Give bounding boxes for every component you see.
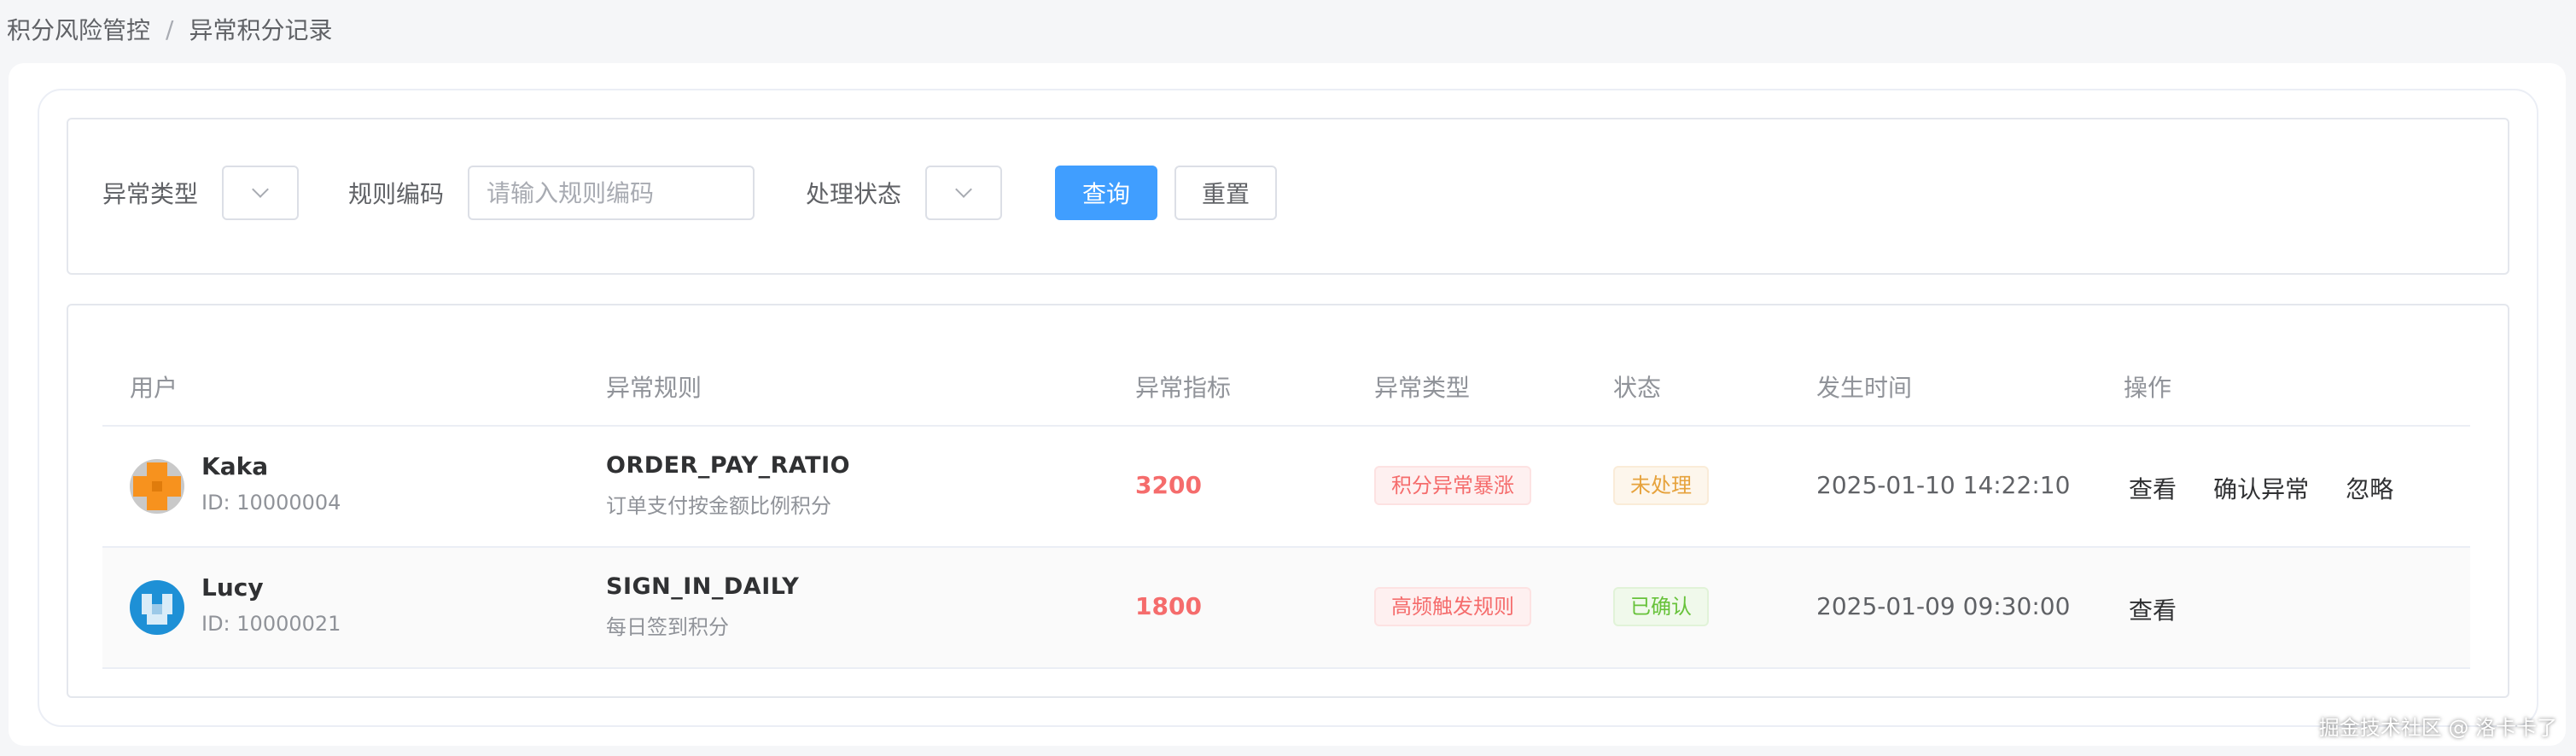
status-select[interactable] [925, 166, 1002, 220]
col-status: 状态 [1613, 374, 1662, 402]
breadcrumb: 积分风险管控 / 异常积分记录 [7, 12, 332, 46]
occurred-time: 2025-01-09 09:30:00 [1816, 592, 2071, 620]
rule-desc: 每日签到积分 [606, 615, 729, 639]
user-id: ID: 10000004 [201, 491, 341, 515]
view-link[interactable]: 查看 [2129, 475, 2177, 503]
breadcrumb-current: 异常积分记录 [189, 16, 333, 44]
query-button[interactable]: 查询 [1055, 166, 1157, 220]
avatar [130, 580, 184, 635]
metric-value: 1800 [1135, 592, 1202, 620]
user-id: ID: 10000021 [201, 612, 341, 636]
rule-code-label: 规则编码 [348, 180, 445, 208]
anomaly-type-label: 异常类型 [102, 180, 199, 208]
status-badge: 已确认 [1613, 587, 1709, 626]
page-card: 异常类型 规则编码 处理状态 查询 重置 用户 异常规则 异常指标 异常类型 [9, 63, 2566, 746]
table-row: Lucy ID: 10000021 SIGN_IN_DAILY 每日签到积分 1… [102, 548, 2470, 669]
ignore-link[interactable]: 忽略 [2346, 475, 2393, 503]
content-card: 异常类型 规则编码 处理状态 查询 重置 用户 异常规则 异常指标 异常类型 [38, 89, 2538, 727]
col-time: 发生时间 [1816, 374, 1913, 402]
table-header: 用户 异常规则 异常指标 异常类型 状态 发生时间 操作 [102, 350, 2470, 427]
rule-code: ORDER_PAY_RATIO [606, 452, 851, 479]
anomaly-table: 用户 异常规则 异常指标 异常类型 状态 发生时间 操作 Kaka ID: 10… [102, 350, 2470, 669]
filter-panel: 异常类型 规则编码 处理状态 查询 重置 [67, 118, 2509, 275]
occurred-time: 2025-01-10 14:22:10 [1816, 471, 2071, 499]
watermark: 掘金技术社区 @ 洛卡卡了 [2318, 716, 2557, 740]
type-tag: 积分异常暴涨 [1374, 466, 1531, 505]
rule-code: SIGN_IN_DAILY [606, 573, 800, 600]
table-panel: 用户 异常规则 异常指标 异常类型 状态 发生时间 操作 Kaka ID: 10… [67, 304, 2509, 698]
confirm-anomaly-link[interactable]: 确认异常 [2213, 475, 2309, 503]
rule-desc: 订单支付按金额比例积分 [606, 494, 831, 518]
anomaly-type-select[interactable] [222, 166, 299, 220]
avatar [130, 459, 184, 514]
type-tag: 高频触发规则 [1374, 587, 1531, 626]
status-badge: 未处理 [1613, 466, 1709, 505]
chevron-down-icon [955, 181, 972, 198]
rule-code-input[interactable] [468, 166, 755, 220]
view-link[interactable]: 查看 [2129, 596, 2177, 625]
col-type: 异常类型 [1374, 374, 1471, 402]
table-row: Kaka ID: 10000004 ORDER_PAY_RATIO 订单支付按金… [102, 427, 2470, 548]
user-name: Lucy [201, 573, 264, 602]
status-label: 处理状态 [806, 180, 902, 208]
col-actions: 操作 [2124, 374, 2172, 402]
breadcrumb-separator: / [166, 15, 174, 44]
breadcrumb-parent[interactable]: 积分风险管控 [7, 12, 150, 46]
chevron-down-icon [252, 181, 269, 198]
metric-value: 3200 [1135, 471, 1202, 499]
user-name: Kaka [201, 452, 269, 480]
col-rule: 异常规则 [606, 374, 702, 402]
col-metric: 异常指标 [1135, 374, 1232, 402]
col-user: 用户 [130, 374, 178, 402]
reset-button[interactable]: 重置 [1174, 166, 1277, 220]
